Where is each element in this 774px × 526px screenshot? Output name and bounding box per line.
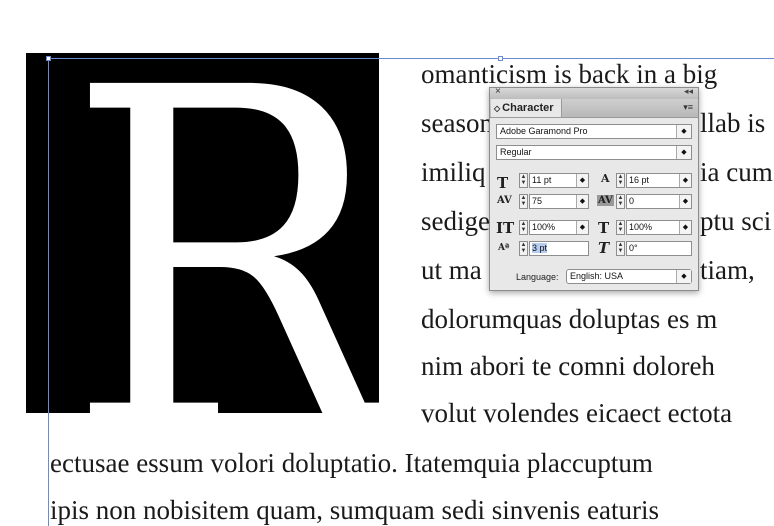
text-line: omanticism is back in a big	[421, 59, 718, 89]
tracking-field[interactable]: 0 ◆	[626, 194, 692, 209]
skew-stepper[interactable]: ▲ ▼	[616, 241, 625, 256]
tab-expand-icon[interactable]: ◇	[494, 104, 500, 113]
text-line: imiliq	[421, 157, 486, 187]
leading-icon: A	[601, 172, 610, 185]
text-line: season	[421, 108, 493, 138]
text-line: ipis non nobisitem quam, sumquam sedi si…	[50, 495, 659, 525]
leading-value: 16 pt	[629, 175, 650, 185]
horizontal-scale-stepper[interactable]: ▲ ▼	[616, 220, 625, 235]
text-frame-left-edge	[48, 58, 49, 526]
font-size-value: 11 pt	[532, 175, 552, 185]
tracking-value: 0	[629, 196, 635, 206]
text-line: dolorumquas doluptas es m	[421, 304, 718, 334]
leading-field[interactable]: 16 pt ◆	[626, 173, 692, 188]
skew-icon: T	[598, 239, 610, 257]
kerning-value: 75	[532, 196, 543, 206]
close-icon[interactable]: ×	[495, 86, 501, 97]
tab-character[interactable]: ◇ Character	[491, 99, 562, 117]
kerning-stepper[interactable]: ▲ ▼	[519, 194, 528, 209]
font-style-value: Regular	[500, 147, 532, 157]
chevron-updown-icon: ◆	[679, 174, 691, 187]
character-panel[interactable]: × ◂◂ ◇ Character ▾≡ Adobe Garamond Pro ◆ …	[489, 86, 699, 291]
chevron-updown-icon: ◆	[676, 146, 691, 159]
skew-value: 0°	[629, 243, 638, 253]
text-line: llab is	[700, 108, 766, 138]
horizontal-scale-field[interactable]: 100% ◆	[626, 220, 692, 235]
horizontal-scale-value: 100%	[629, 222, 653, 232]
frame-handle-top-left[interactable]	[46, 56, 51, 61]
kerning-field[interactable]: 75 ◆	[529, 194, 589, 209]
font-size-stepper[interactable]: ▲ ▼	[519, 173, 528, 188]
panel-menu-icon[interactable]: ▾≡	[683, 102, 693, 113]
chevron-updown-icon: ◆	[676, 125, 691, 138]
font-family-value: Adobe Garamond Pro	[500, 126, 588, 136]
text-line: volut volendes eicaect ectota	[421, 398, 733, 428]
font-style-dropdown[interactable]: Regular ◆	[496, 145, 692, 160]
baseline-shift-value: 3 pt	[532, 243, 548, 253]
tracking-stepper[interactable]: ▲ ▼	[616, 194, 625, 209]
dropcap-frame[interactable]: R	[26, 29, 393, 501]
text-line: ia cum	[700, 157, 773, 187]
skew-field[interactable]: 0°	[626, 241, 692, 256]
vertical-scale-stepper[interactable]: ▲ ▼	[519, 220, 528, 235]
chevron-updown-icon: ◆	[679, 195, 691, 208]
tracking-icon: AV	[597, 195, 614, 206]
font-size-icon: T	[497, 174, 509, 192]
horizontal-scale-icon: T	[598, 219, 610, 237]
chevron-updown-icon: ◆	[576, 221, 588, 234]
language-dropdown[interactable]: English: USA ◆	[566, 269, 692, 284]
baseline-shift-field[interactable]: 3 pt	[529, 241, 589, 256]
tab-character-label: Character	[502, 102, 554, 114]
text-line: sedige	[421, 206, 490, 236]
chevron-updown-icon: ◆	[576, 195, 588, 208]
chevron-updown-icon: ◆	[576, 174, 588, 187]
text-line: nim abori te comni doloreh	[421, 351, 715, 381]
chevron-updown-icon: ◆	[676, 270, 691, 283]
baseline-shift-stepper[interactable]: ▲ ▼	[519, 241, 528, 256]
text-line: tiam,	[700, 255, 755, 285]
collapse-icon[interactable]: ◂◂	[684, 86, 693, 97]
language-value: English: USA	[570, 271, 624, 281]
vertical-scale-value: 100%	[532, 222, 556, 232]
vertical-scale-icon: IT	[496, 219, 515, 237]
chevron-updown-icon: ◆	[679, 221, 691, 234]
text-line: ectusae essum volori doluptatio. Itatemq…	[50, 448, 653, 478]
dropcap-letter: R	[66, 0, 393, 526]
leading-stepper[interactable]: ▲ ▼	[616, 173, 625, 188]
language-label: Language:	[516, 272, 559, 282]
panel-tab-row: ◇ Character ▾≡	[490, 99, 698, 118]
text-line: ptu sci	[700, 206, 772, 236]
kerning-icon: AV	[497, 195, 512, 206]
font-family-dropdown[interactable]: Adobe Garamond Pro ◆	[496, 124, 692, 139]
font-size-field[interactable]: 11 pt ◆	[529, 173, 589, 188]
text-line: ut ma	[421, 255, 482, 285]
vertical-scale-field[interactable]: 100% ◆	[529, 220, 589, 235]
baseline-shift-icon: Aª	[498, 243, 510, 253]
